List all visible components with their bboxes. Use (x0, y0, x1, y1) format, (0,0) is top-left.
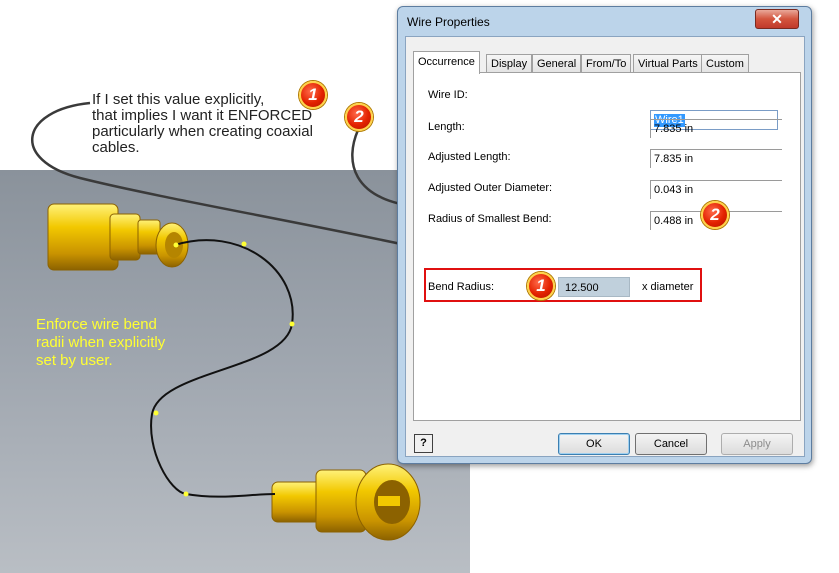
wire-properties-dialog: Wire Properties ✕ Occurrence Display Gen… (397, 6, 812, 464)
help-button[interactable]: ? (414, 434, 433, 453)
dialog-title: Wire Properties (407, 15, 490, 29)
note-line: cables. (92, 139, 140, 156)
tab-occurrence[interactable]: Occurrence (413, 51, 480, 74)
bend-radius-input[interactable]: 12.500 (558, 277, 630, 297)
connector-right[interactable] (271, 463, 421, 541)
smallest-bend-label: Radius of Smallest Bend: (428, 213, 552, 225)
connector-left[interactable] (47, 203, 189, 271)
bend-radius-label: Bend Radius: (428, 281, 495, 293)
viewport-note: Enforce wire bend radii when explicitly … (36, 316, 226, 370)
callout-badge-1: 1 (527, 272, 555, 300)
adjusted-length-value: 7.835 in (650, 149, 782, 168)
wire-point[interactable] (183, 491, 189, 497)
note-line: particularly when creating coaxial (92, 123, 313, 140)
wire-point[interactable] (173, 242, 179, 248)
note-line: that implies I want it ENFORCED (92, 107, 313, 124)
bend-radius-unit: x diameter (642, 281, 694, 293)
tab-virtual-parts[interactable]: Virtual Parts (633, 54, 703, 73)
ok-button[interactable]: OK (558, 433, 630, 455)
tab-display[interactable]: Display (486, 54, 533, 73)
callout-badge-2: 2 (345, 103, 373, 131)
viewport-note-line: Enforce wire bend (36, 316, 157, 333)
tab-custom[interactable]: Custom (701, 54, 749, 73)
adjusted-outer-diameter-label: Adjusted Outer Diameter: (428, 182, 553, 194)
close-button[interactable]: ✕ (755, 9, 799, 29)
title-bar[interactable]: Wire Properties ✕ (398, 7, 811, 35)
dialog-client: Occurrence Display General From/To Virtu… (405, 36, 805, 457)
viewport-note-line: radii when explicitly (36, 334, 166, 351)
wire-id-label: Wire ID: (428, 89, 468, 101)
length-value: 7.835 in (650, 119, 782, 138)
tab-from-to[interactable]: From/To (581, 54, 632, 73)
occurrence-panel: Wire ID: Wire1 Length: 7.835 in Adjusted… (413, 72, 801, 421)
wire-point[interactable] (153, 410, 159, 416)
viewport-note-line: set by user. (36, 352, 113, 369)
length-label: Length: (428, 121, 465, 133)
apply-button[interactable]: Apply (721, 433, 793, 455)
callout-badge-1: 1 (299, 81, 327, 109)
callout-badge-2: 2 (701, 201, 729, 229)
cancel-button[interactable]: Cancel (635, 433, 707, 455)
adjusted-outer-diameter-value: 0.043 in (650, 180, 782, 199)
wire-point[interactable] (241, 241, 247, 247)
wire-point[interactable] (289, 321, 295, 327)
adjusted-length-label: Adjusted Length: (428, 151, 511, 163)
tab-general[interactable]: General (532, 54, 582, 73)
